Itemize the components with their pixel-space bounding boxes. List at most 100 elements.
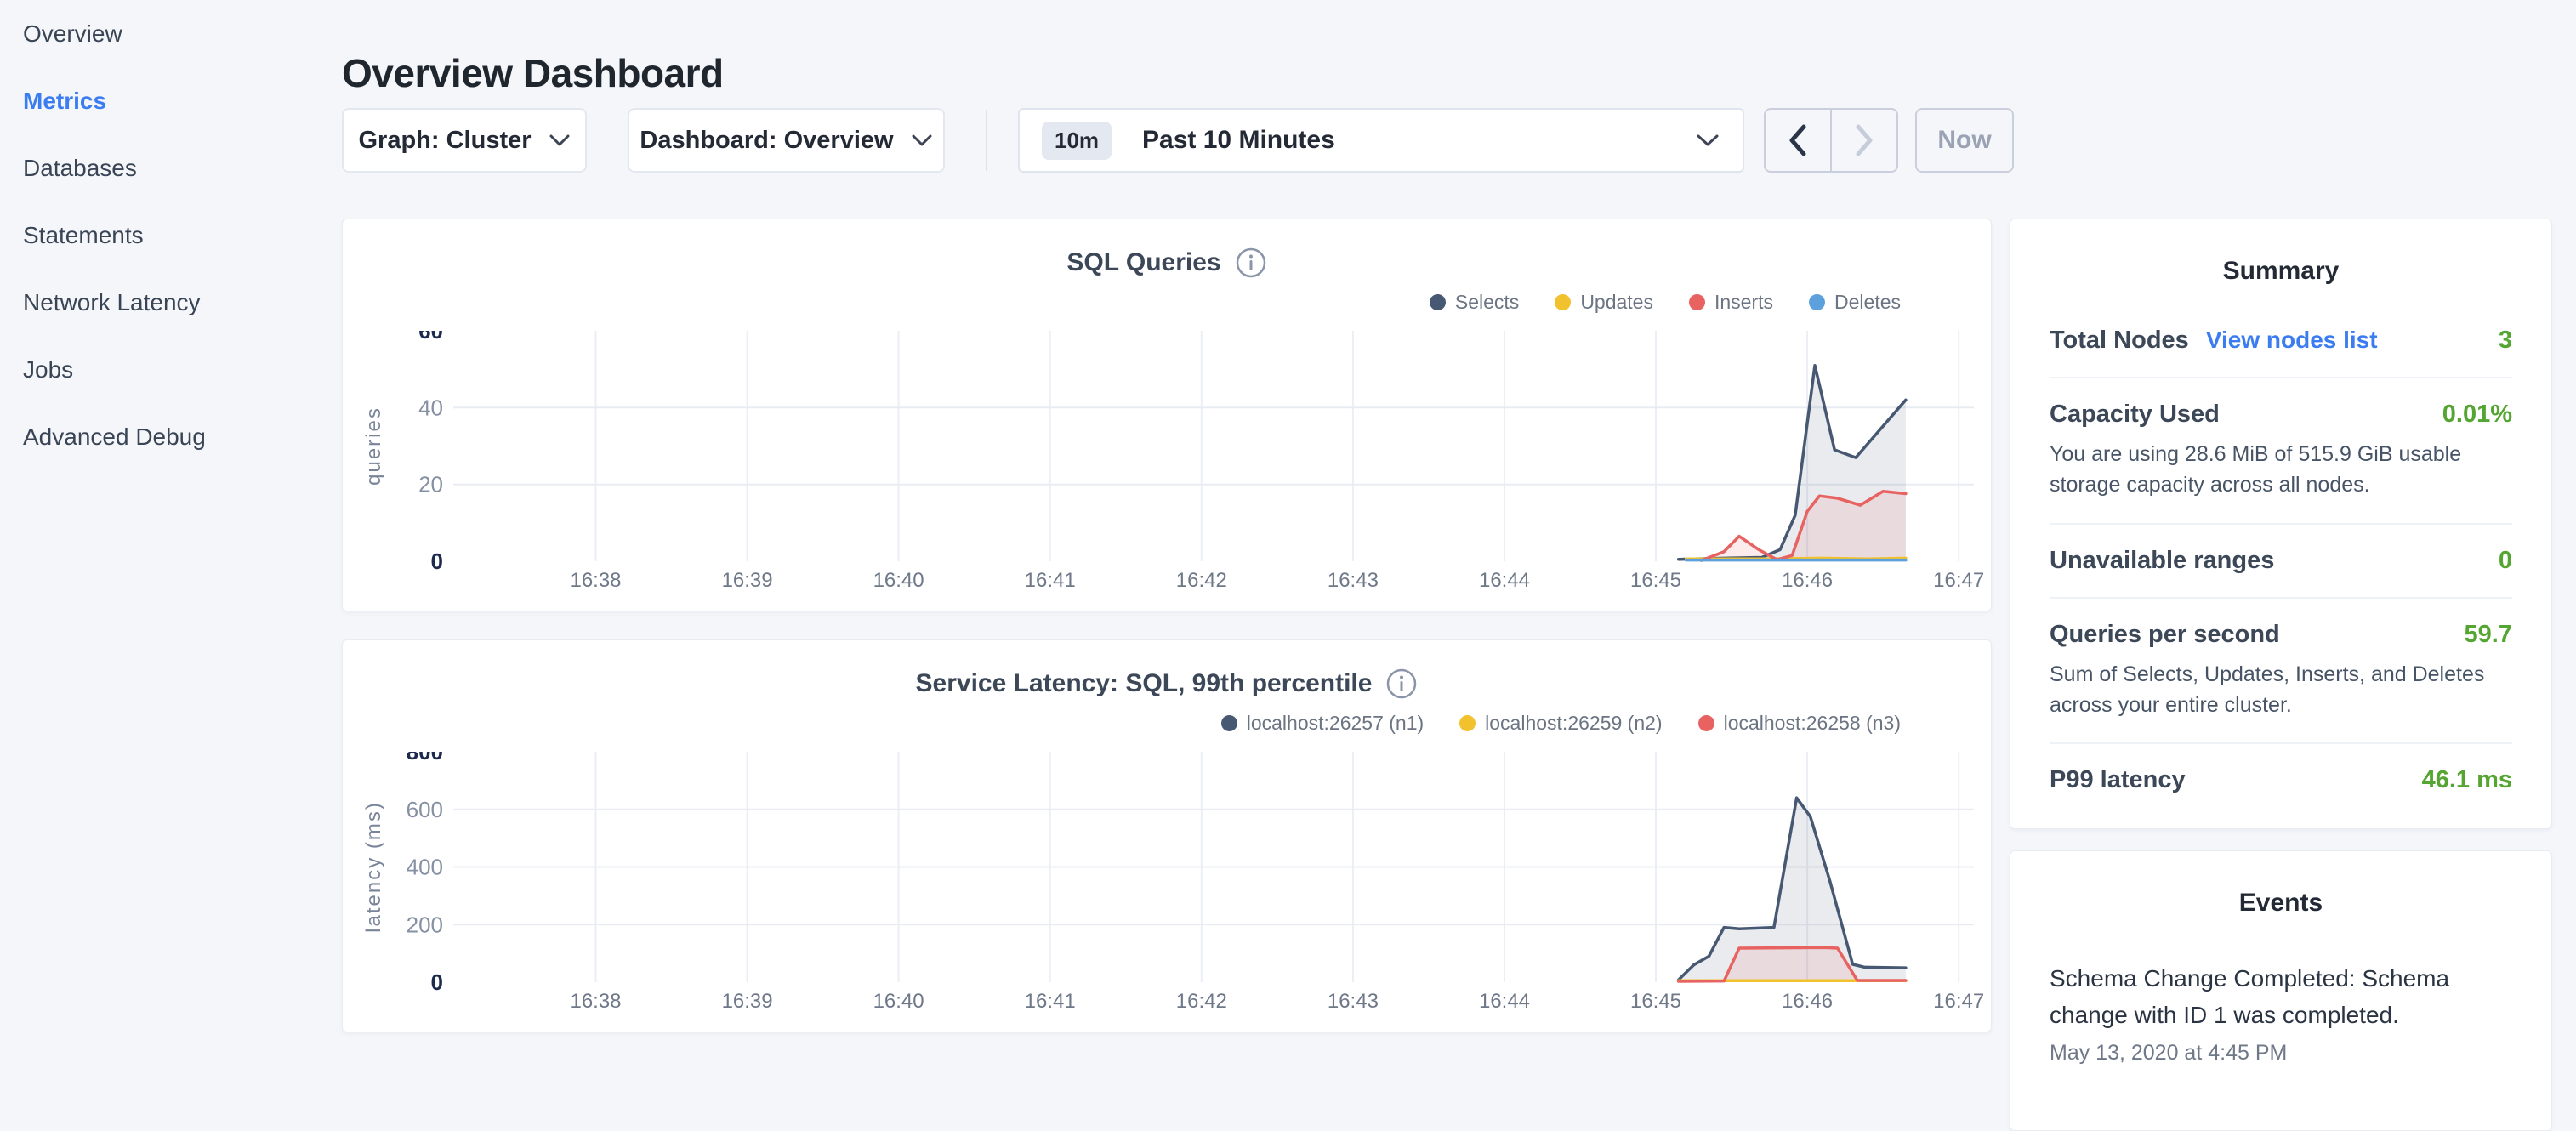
svg-text:16:39: 16:39 — [722, 569, 773, 592]
legend-dot-icon — [1459, 715, 1476, 731]
sidebar-item-metrics[interactable]: Metrics — [0, 67, 342, 134]
summary-label: Total Nodes — [2050, 327, 2189, 355]
svg-text:16:47: 16:47 — [1933, 990, 1984, 1013]
summary-label: P99 latency — [2050, 766, 2186, 794]
legend-item[interactable]: Selects — [1430, 291, 1519, 314]
now-button[interactable]: Now — [1915, 108, 2014, 173]
legend-label: Selects — [1455, 291, 1519, 314]
chevron-down-icon — [1695, 133, 1720, 148]
sidebar-item-advanced-debug[interactable]: Advanced Debug — [0, 403, 342, 470]
legend-item[interactable]: Deletes — [1809, 291, 1901, 314]
summary-value: 3 — [2499, 327, 2512, 355]
svg-text:16:42: 16:42 — [1176, 990, 1227, 1013]
svg-text:600: 600 — [407, 797, 443, 822]
svg-text:16:45: 16:45 — [1630, 990, 1681, 1013]
svg-text:16:38: 16:38 — [570, 990, 621, 1013]
legend-label: localhost:26257 (n1) — [1247, 712, 1424, 735]
toolbar: Graph: Cluster Dashboard: Overview 10m P… — [342, 108, 2014, 173]
legend-item[interactable]: localhost:26257 (n1) — [1221, 712, 1424, 735]
legend-label: localhost:26259 (n2) — [1485, 712, 1662, 735]
svg-text:16:42: 16:42 — [1176, 569, 1227, 592]
legend-item[interactable]: localhost:26258 (n3) — [1698, 712, 1901, 735]
step-back-button[interactable] — [1766, 110, 1830, 171]
page-title: Overview Dashboard — [342, 50, 724, 96]
time-range-label: Past 10 Minutes — [1142, 126, 1335, 155]
svg-text:400: 400 — [407, 855, 443, 880]
sidebar-item-overview[interactable]: Overview — [0, 0, 342, 67]
summary-row-capacity-used: Capacity Used 0.01% You are using 28.6 M… — [2050, 378, 2512, 525]
legend-label: localhost:26258 (n3) — [1724, 712, 1901, 735]
summary-value: 46.1 ms — [2422, 766, 2512, 794]
time-range-selector[interactable]: 10m Past 10 Minutes — [1018, 108, 1744, 173]
step-forward-button[interactable] — [1830, 110, 1896, 171]
summary-value: 0 — [2499, 547, 2512, 575]
chart-plot[interactable]: 16:38 16:39 16:40 16:41 16:42 16:43 16:44 16:45… — [343, 752, 1993, 1033]
time-step-buttons — [1764, 108, 1898, 173]
svg-text:200: 200 — [407, 912, 443, 937]
legend-label: Inserts — [1714, 291, 1773, 314]
summary-label: Unavailable ranges — [2050, 547, 2274, 575]
svg-text:16:44: 16:44 — [1479, 990, 1530, 1013]
svg-text:16:41: 16:41 — [1025, 569, 1076, 592]
svg-text:16:38: 16:38 — [570, 569, 621, 592]
chevron-right-icon — [1853, 122, 1875, 158]
svg-text:16:43: 16:43 — [1328, 569, 1379, 592]
service-latency-chart-card: Service Latency: SQL, 99th percentile lo… — [342, 639, 1992, 1032]
legend-dot-icon — [1221, 715, 1237, 731]
summary-label: Queries per second — [2050, 621, 2280, 649]
sidebar-item-network-latency[interactable]: Network Latency — [0, 269, 342, 336]
legend-dot-icon — [1689, 294, 1705, 310]
summary-value: 0.01% — [2442, 401, 2512, 429]
legend-item[interactable]: Inserts — [1689, 291, 1773, 314]
event-item[interactable]: Schema Change Completed: Schema change w… — [2050, 960, 2512, 1066]
view-nodes-list-link[interactable]: View nodes list — [2206, 327, 2378, 354]
dashboard-dropdown-label: Dashboard: Overview — [640, 127, 893, 155]
svg-text:16:40: 16:40 — [873, 990, 924, 1013]
info-icon[interactable] — [1235, 247, 1267, 279]
svg-text:16:46: 16:46 — [1782, 569, 1833, 592]
event-message: Schema Change Completed: Schema change w… — [2050, 960, 2512, 1034]
svg-text:16:44: 16:44 — [1479, 569, 1530, 592]
chevron-down-icon — [911, 134, 933, 147]
svg-text:16:47: 16:47 — [1933, 569, 1984, 592]
sidebar-item-jobs[interactable]: Jobs — [0, 336, 342, 403]
svg-text:0: 0 — [431, 969, 443, 995]
chevron-down-icon — [549, 134, 571, 147]
dashboard-dropdown[interactable]: Dashboard: Overview — [628, 108, 945, 173]
svg-text:queries: queries — [362, 406, 385, 486]
svg-text:16:41: 16:41 — [1025, 990, 1076, 1013]
chart-title: Service Latency: SQL, 99th percentile — [916, 669, 1373, 698]
toolbar-divider — [986, 110, 987, 171]
svg-text:20: 20 — [418, 472, 443, 497]
svg-text:16:46: 16:46 — [1782, 990, 1833, 1013]
summary-description: Sum of Selects, Updates, Inserts, and De… — [2050, 659, 2512, 721]
svg-text:16:39: 16:39 — [722, 990, 773, 1013]
svg-text:40: 40 — [418, 395, 443, 420]
sidebar-item-statements[interactable]: Statements — [0, 202, 342, 269]
chart-title: SQL Queries — [1066, 248, 1220, 277]
events-title: Events — [2050, 889, 2512, 918]
summary-title: Summary — [2050, 257, 2512, 286]
chart-legend: localhost:26257 (n1) localhost:26259 (n2)… — [1221, 712, 1901, 735]
svg-text:0: 0 — [431, 548, 443, 574]
info-icon[interactable] — [1385, 668, 1418, 700]
time-range-badge: 10m — [1042, 122, 1112, 160]
svg-text:latency (ms): latency (ms) — [362, 801, 385, 933]
svg-text:16:45: 16:45 — [1630, 569, 1681, 592]
chart-legend: Selects Updates Inserts Deletes — [1430, 291, 1901, 314]
summary-row-total-nodes: Total Nodes View nodes list 3 — [2050, 304, 2512, 378]
legend-item[interactable]: localhost:26259 (n2) — [1459, 712, 1662, 735]
sidebar-item-databases[interactable]: Databases — [0, 134, 342, 202]
svg-text:800: 800 — [407, 752, 443, 764]
chart-plot[interactable]: 16:3816:3916:4016:4116:4216:4316:4416:45… — [343, 331, 1993, 612]
svg-text:16:43: 16:43 — [1328, 990, 1379, 1013]
event-timestamp: May 13, 2020 at 4:45 PM — [2050, 1041, 2512, 1066]
summary-row-queries-per-second: Queries per second 59.7 Sum of Selects, … — [2050, 599, 2512, 745]
legend-dot-icon — [1430, 294, 1446, 310]
graph-dropdown[interactable]: Graph: Cluster — [342, 108, 587, 173]
chevron-left-icon — [1787, 122, 1809, 158]
sql-queries-chart-card: SQL Queries Selects Updates Inserts Deletes… — [342, 219, 1992, 611]
summary-description: You are using 28.6 MiB of 515.9 GiB usab… — [2050, 439, 2512, 501]
summary-value: 59.7 — [2465, 621, 2512, 649]
legend-item[interactable]: Updates — [1555, 291, 1653, 314]
